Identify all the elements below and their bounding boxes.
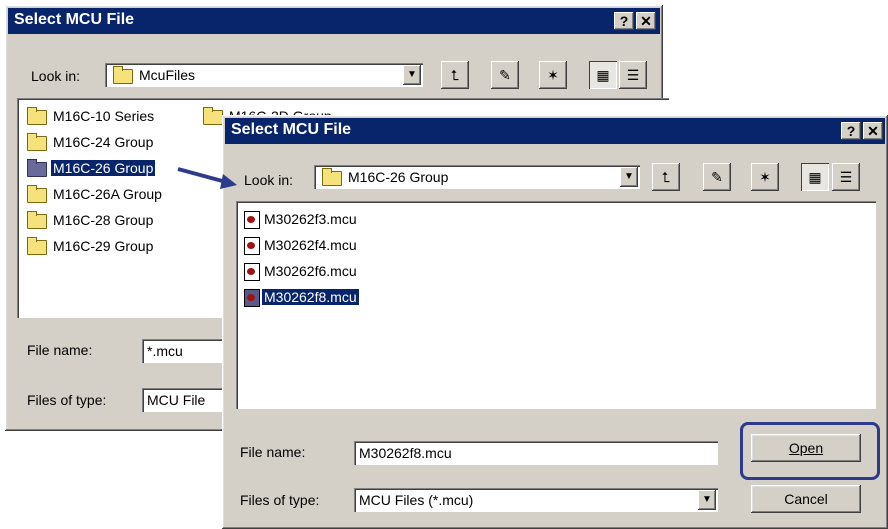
file-name-label: File name: <box>27 342 93 358</box>
desktop-icon[interactable]: ✎ <box>491 61 519 89</box>
files-of-type-combo[interactable]: MCU Files (*.mcu) ▼ <box>354 488 718 512</box>
look-in-value: M16C-26 Group <box>348 169 449 185</box>
folder-icon <box>203 107 223 125</box>
cancel-button-label: Cancel <box>784 491 828 507</box>
look-in-label: Look in: <box>31 68 81 84</box>
back-dialog-title: Select MCU File <box>14 11 135 28</box>
folder-icon <box>27 185 47 203</box>
files-of-type-value: MCU File <box>147 392 206 408</box>
front-file-list[interactable]: M30262f3.mcu M30262f4.mcu M30262f6.mcu M… <box>236 201 876 409</box>
help-icon[interactable]: ? <box>614 12 634 30</box>
cancel-button[interactable]: Cancel <box>751 485 861 513</box>
file-name-field[interactable]: M30262f8.mcu <box>354 441 718 465</box>
dropdown-arrow-icon[interactable]: ▼ <box>620 167 638 187</box>
list-view-icon[interactable]: ▦ <box>801 163 829 191</box>
folder-icon <box>27 237 47 255</box>
details-view-icon[interactable]: ☰ <box>619 61 647 89</box>
folder-icon <box>113 66 133 84</box>
file-name-label: File name: <box>240 444 306 460</box>
new-folder-icon[interactable]: ✶ <box>539 61 567 89</box>
files-of-type-label: Files of type: <box>27 392 107 408</box>
folder-icon <box>27 107 47 125</box>
desktop-icon[interactable]: ✎ <box>703 163 731 191</box>
folder-icon <box>27 159 47 177</box>
folder-icon <box>27 133 47 151</box>
folder-icon <box>322 168 342 186</box>
dropdown-arrow-icon[interactable]: ▼ <box>698 490 716 510</box>
mcu-file-icon <box>244 263 260 281</box>
files-of-type-label: Files of type: <box>240 492 320 508</box>
mcu-file-icon <box>244 237 260 255</box>
list-view-icon[interactable]: ▦ <box>589 61 617 89</box>
front-dialog-titlebar[interactable]: Select MCU File ? ✕ <box>225 118 885 144</box>
close-icon[interactable]: ✕ <box>636 12 656 30</box>
file-name-value: *.mcu <box>147 343 183 359</box>
file-name-value: M30262f8.mcu <box>359 445 452 461</box>
front-dialog: Select MCU File ? ✕ Look in: M16C-26 Gro… <box>222 115 888 529</box>
files-of-type-value: MCU Files (*.mcu) <box>359 492 474 508</box>
close-icon[interactable]: ✕ <box>863 122 883 140</box>
open-button[interactable]: Open <box>751 434 861 462</box>
mcu-file-icon <box>244 211 260 229</box>
look-in-label: Look in: <box>244 172 294 188</box>
look-in-combo[interactable]: McuFiles ▼ <box>105 63 423 87</box>
look-in-combo[interactable]: M16C-26 Group ▼ <box>314 165 640 189</box>
up-folder-icon[interactable]: ⮤ <box>441 61 469 89</box>
folder-icon <box>27 211 47 229</box>
back-dialog-titlebar[interactable]: Select MCU File ? ✕ <box>8 8 660 34</box>
front-dialog-title: Select MCU File <box>231 121 352 138</box>
up-folder-icon[interactable]: ⮤ <box>652 163 680 191</box>
help-icon[interactable]: ? <box>841 122 861 140</box>
look-in-value: McuFiles <box>139 67 196 83</box>
mcu-file-icon <box>244 289 260 307</box>
open-button-label: Open <box>788 440 824 456</box>
dropdown-arrow-icon[interactable]: ▼ <box>403 65 421 85</box>
details-view-icon[interactable]: ☰ <box>832 163 860 191</box>
new-folder-icon[interactable]: ✶ <box>751 163 779 191</box>
